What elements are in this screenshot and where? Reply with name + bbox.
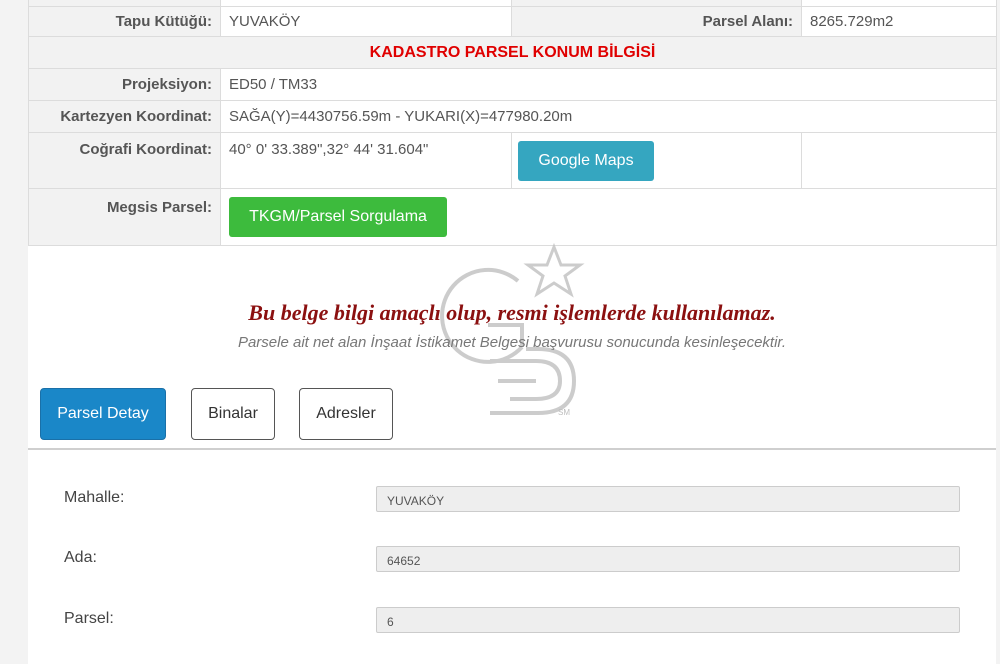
parsel-field[interactable]: 6 (376, 607, 960, 633)
kartezyen-value: SAĞA(Y)=4430756.59m - YUKARI(X)=477980.2… (220, 100, 997, 133)
cografi-value: 40° 0' 33.389",32° 44' 31.604" (220, 132, 512, 189)
notice-main: Bu belge bilgi amaçlı olup, resmi işleml… (248, 300, 776, 325)
cografi-label: Coğrafi Koordinat: (28, 132, 221, 189)
tab-parsel-detay[interactable]: Parsel Detay (40, 388, 166, 440)
projeksiyon-label: Projeksiyon: (28, 68, 221, 101)
table-row-megsis: Megsis Parsel: TKGM/Parsel Sorgulama (28, 188, 997, 246)
table-row-kartezyen: Kartezyen Koordinat: SAĞA(Y)=4430756.59m… (28, 100, 997, 133)
ada-label: Ada: (64, 549, 97, 566)
tapu-kutugu-value: YUVAKÖY (220, 6, 512, 37)
tab-adresler[interactable]: Adresler (299, 388, 393, 440)
tab-binalar[interactable]: Binalar (191, 388, 275, 440)
tapu-kutugu-label: Tapu Kütüğü: (28, 6, 221, 37)
google-maps-button[interactable]: Google Maps (518, 141, 654, 181)
parsel-alani-label: Parsel Alanı: (511, 6, 802, 37)
table-row-tapu: Tapu Kütüğü: YUVAKÖY Parsel Alanı: 8265.… (28, 6, 997, 37)
parsel-label: Parsel: (64, 610, 114, 627)
tkgm-parsel-sorgulama-button[interactable]: TKGM/Parsel Sorgulama (229, 197, 447, 237)
ada-field[interactable]: 64652 (376, 546, 960, 572)
section-header: KADASTRO PARSEL KONUM BİLGİSİ (28, 36, 997, 69)
mahalle-label: Mahalle: (64, 489, 125, 506)
parcel-info-table: Tapu Kütüğü: YUVAKÖY Parsel Alanı: 8265.… (28, 0, 997, 246)
parsel-alani-value: 8265.729m2 (801, 6, 997, 37)
kartezyen-label: Kartezyen Koordinat: (28, 100, 221, 133)
watermark-sm: SM (558, 408, 570, 417)
tab-divider (28, 448, 996, 450)
g3-star-logo-icon: SM (440, 243, 585, 417)
tkgm-cell: TKGM/Parsel Sorgulama (220, 188, 997, 246)
google-maps-cell: Google Maps (511, 132, 802, 189)
empty-cell (801, 132, 997, 189)
megsis-label: Megsis Parsel: (28, 188, 221, 246)
table-row-cografi: Coğrafi Koordinat: 40° 0' 33.389",32° 44… (28, 132, 997, 189)
notice-sub: Parsele ait net alan İnşaat İstikamet Be… (237, 334, 787, 351)
mahalle-field[interactable]: YUVAKÖY (376, 486, 960, 512)
table-row-projeksiyon: Projeksiyon: ED50 / TM33 (28, 68, 997, 101)
table-row-header: KADASTRO PARSEL KONUM BİLGİSİ (28, 36, 997, 69)
projeksiyon-value: ED50 / TM33 (220, 68, 997, 101)
